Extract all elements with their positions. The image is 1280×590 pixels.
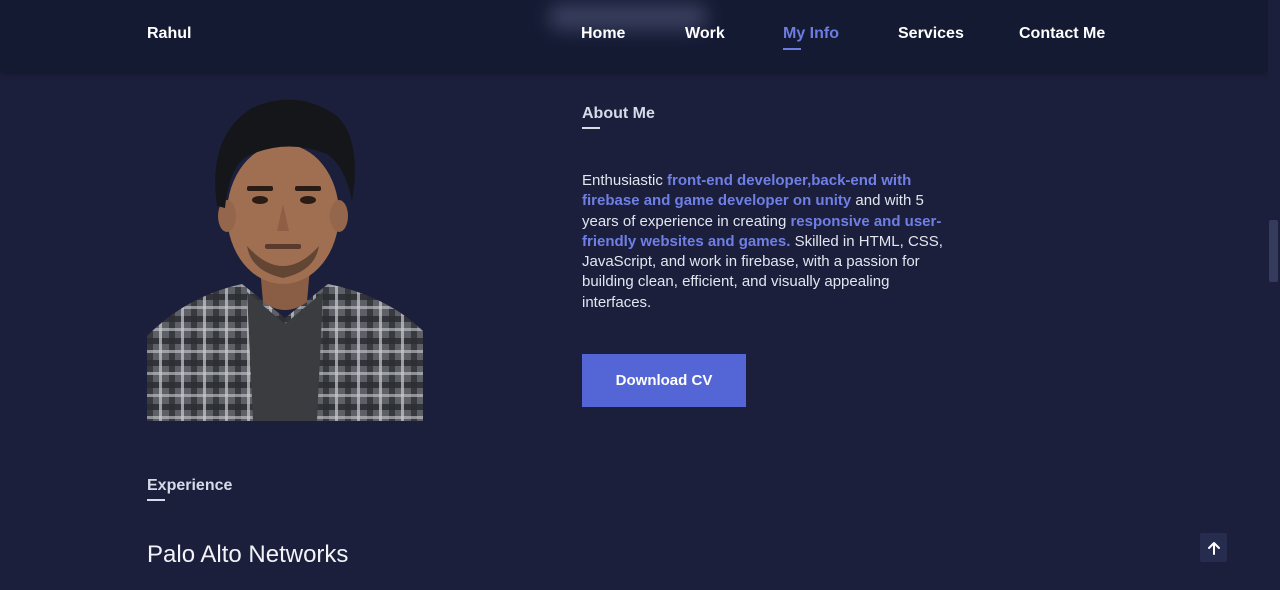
about-text-part-1: Enthusiastic [582, 172, 668, 189]
scroll-to-top-button[interactable] [1200, 533, 1227, 562]
company-name: Palo Alto Networks [147, 541, 349, 568]
experience-heading: Experience [147, 477, 233, 494]
about-me-underline [582, 127, 600, 129]
scrollbar-thumb[interactable] [1269, 220, 1278, 282]
arrow-up-icon [1207, 541, 1220, 555]
experience-underline [147, 499, 165, 501]
blurred-decoration [548, 4, 708, 30]
download-cv-button[interactable]: Download CV [582, 354, 746, 407]
navbar: Rahul Home Work My Info Services Contact… [0, 0, 1268, 72]
nav-link-services[interactable]: Services [898, 25, 964, 43]
nav-link-my-info[interactable]: My Info [783, 25, 839, 43]
page-scrollbar[interactable] [1268, 0, 1280, 590]
nav-link-work[interactable]: Work [685, 25, 725, 43]
brand-logo[interactable]: Rahul [147, 25, 191, 43]
about-me-heading: About Me [582, 105, 655, 122]
nav-link-home[interactable]: Home [581, 25, 625, 43]
nav-link-contact-me[interactable]: Contact Me [1019, 25, 1105, 43]
profile-photo [147, 99, 423, 421]
active-nav-indicator [783, 48, 801, 50]
about-me-paragraph: Enthusiastic front-end developer,back-en… [582, 171, 952, 313]
